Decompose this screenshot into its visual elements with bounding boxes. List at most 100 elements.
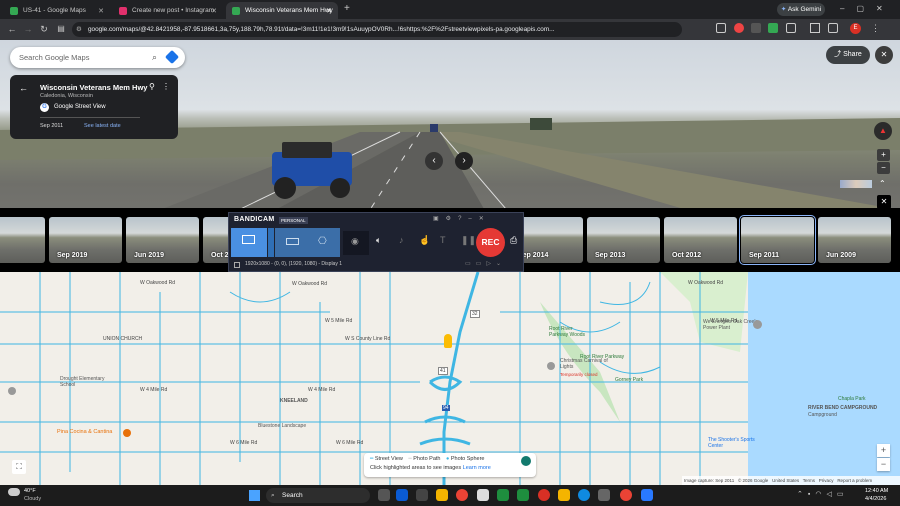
folder-icon[interactable]: ▣ bbox=[433, 216, 446, 222]
profile-avatar[interactable]: E bbox=[850, 23, 861, 34]
bandicam-title-icons[interactable]: ▣⚙?–✕ bbox=[433, 215, 491, 222]
attraction-label[interactable]: Christmas Carnival of Lights bbox=[560, 358, 614, 370]
address-bar[interactable]: ⚙ google.com/maps/@42.8421958,-87.951866… bbox=[72, 22, 682, 37]
place-pin-icon[interactable] bbox=[547, 362, 555, 370]
region-checkbox[interactable] bbox=[234, 262, 240, 268]
clock-time[interactable]: 12:40 AM bbox=[865, 488, 888, 494]
back-arrow-icon[interactable]: ← bbox=[6, 23, 18, 35]
wifi-icon[interactable]: ◠ bbox=[815, 491, 826, 498]
park-label[interactable]: Chapla Park bbox=[838, 396, 866, 402]
puzzle-icon[interactable] bbox=[786, 23, 796, 33]
bandicam-taskbar-icon[interactable] bbox=[538, 489, 550, 501]
compass-icon[interactable]: ▲ bbox=[874, 122, 892, 140]
extension-icon[interactable] bbox=[751, 23, 761, 33]
extension-icon[interactable] bbox=[768, 23, 778, 33]
mode-dropdown[interactable] bbox=[268, 228, 274, 257]
app-icon[interactable] bbox=[396, 489, 408, 501]
timeline-thumbnail-selected[interactable]: Sep 2011 bbox=[739, 215, 816, 265]
timeline-thumbnail[interactable]: Jun 2009 bbox=[818, 217, 891, 263]
zoom-in-button[interactable]: + bbox=[877, 149, 890, 161]
imagery-thumbnails[interactable] bbox=[840, 180, 872, 188]
window-controls[interactable]: –▢✕ bbox=[840, 4, 895, 13]
defender-icon[interactable] bbox=[641, 489, 653, 501]
close-icon[interactable]: ✕ bbox=[479, 216, 491, 222]
campground-label[interactable]: RIVER BEND CAMPGROUND bbox=[808, 405, 877, 411]
minimize-icon[interactable]: – bbox=[840, 4, 856, 13]
see-latest-date-link[interactable]: See latest date bbox=[84, 123, 121, 129]
pause-icon[interactable]: ❚❚ bbox=[461, 235, 476, 246]
task-view-icon[interactable] bbox=[378, 489, 390, 501]
new-tab-button[interactable]: + bbox=[344, 3, 350, 14]
school-pin-icon[interactable] bbox=[8, 387, 16, 395]
map-zoom-in-button[interactable]: + bbox=[877, 444, 890, 457]
bottom-tool-icons[interactable]: ▭▭▷⌄ bbox=[465, 260, 506, 267]
timeline-thumbnail[interactable]: Jun 2019 bbox=[126, 217, 199, 263]
tab-search-icon[interactable]: ▤ bbox=[55, 23, 67, 35]
park-label[interactable]: Gorney Park bbox=[615, 377, 643, 383]
timeline-thumbnail[interactable]: Sep 2019 bbox=[49, 217, 122, 263]
search-icon[interactable]: ⌕ bbox=[152, 47, 157, 68]
clock-date[interactable]: 4/4/2026 bbox=[865, 496, 886, 502]
help-icon[interactable]: ? bbox=[458, 216, 468, 222]
restaurant-label[interactable]: Pina Cocina & Cantina bbox=[57, 429, 112, 435]
nav-next-arrow-icon[interactable]: › bbox=[455, 152, 473, 170]
cursor-icon[interactable]: ☝ bbox=[419, 235, 430, 246]
app-icon[interactable] bbox=[436, 489, 448, 501]
tab-us41[interactable]: US-41 - Google Maps ✕ bbox=[4, 2, 110, 19]
ask-gemini-button[interactable]: ✦ Ask Gemini bbox=[777, 3, 825, 16]
fullscreen-icon[interactable]: ⛶ bbox=[12, 460, 26, 474]
app-icon[interactable] bbox=[517, 489, 529, 501]
business-label[interactable]: Bluestone Landscape bbox=[258, 423, 306, 429]
place-pin-icon[interactable] bbox=[753, 320, 762, 329]
weather-desc[interactable]: Cloudy bbox=[24, 496, 41, 502]
tab-wisconsin[interactable]: Wisconsin Veterans Mem Hwy ✕ bbox=[226, 2, 338, 19]
chrome-icon[interactable] bbox=[456, 489, 468, 501]
timeline-thumbnail[interactable]: Sep 2013 bbox=[587, 217, 660, 263]
sports-center-label[interactable]: The Shooter's Sports Center bbox=[708, 437, 758, 449]
maximize-icon[interactable]: ▢ bbox=[856, 4, 876, 13]
close-window-icon[interactable]: ✕ bbox=[876, 4, 895, 13]
close-icon[interactable]: ✕ bbox=[326, 7, 332, 15]
tab-instagram[interactable]: Create new post • Instagram ✕ bbox=[113, 2, 223, 19]
device-mode-button[interactable] bbox=[275, 228, 310, 257]
terms-link[interactable]: Terms bbox=[803, 478, 815, 483]
camera-icon[interactable]: ⎙ bbox=[510, 235, 517, 246]
chrome-icon[interactable] bbox=[620, 489, 632, 501]
audio-icon[interactable]: ▷ bbox=[486, 261, 496, 267]
taskbar-search[interactable]: ⌕ Search bbox=[266, 488, 370, 503]
timeline-thumbnail[interactable]: Oct 2012 bbox=[664, 217, 737, 263]
expand-icon[interactable]: ⌄ bbox=[496, 261, 506, 267]
nav-prev-arrow-icon[interactable]: ‹ bbox=[425, 152, 443, 170]
microphone-icon[interactable]: ♪ bbox=[399, 235, 404, 245]
share-button[interactable]: ⤴ Share bbox=[826, 46, 870, 64]
site-info-icon[interactable]: ⚙ bbox=[76, 22, 82, 37]
pegman-icon[interactable] bbox=[444, 334, 452, 348]
extension-icon[interactable] bbox=[734, 23, 744, 33]
file-explorer-icon[interactable] bbox=[558, 489, 570, 501]
extension-icon[interactable] bbox=[716, 23, 726, 33]
legend-toggle[interactable] bbox=[521, 456, 531, 466]
restaurant-pin-icon[interactable] bbox=[123, 429, 131, 437]
map-zoom-out-button[interactable]: − bbox=[877, 458, 890, 471]
park-label[interactable]: Root River Parkway Woods bbox=[549, 326, 589, 338]
close-timeline-icon[interactable]: ✕ bbox=[877, 195, 891, 209]
expand-up-icon[interactable]: ⌃ bbox=[879, 179, 886, 188]
report-problem-link[interactable]: Report a problem bbox=[837, 478, 872, 483]
close-icon[interactable]: ✕ bbox=[211, 7, 217, 15]
more-vertical-icon[interactable]: ⋮ bbox=[162, 82, 170, 91]
volume-icon[interactable]: ◁ bbox=[826, 491, 836, 498]
directions-icon[interactable] bbox=[164, 49, 180, 65]
minimize-icon[interactable]: – bbox=[468, 216, 478, 222]
system-tray-icons[interactable]: ⌃▪◠◁▭ bbox=[797, 490, 848, 498]
app-icon[interactable] bbox=[416, 489, 428, 501]
zoom-out-button[interactable]: − bbox=[877, 162, 890, 174]
rec-button[interactable]: REC bbox=[476, 228, 505, 257]
webcam-toggle[interactable]: ◉ bbox=[343, 231, 369, 255]
video-icon[interactable]: ▭ bbox=[465, 261, 476, 267]
pin-icon[interactable]: ⚲ bbox=[149, 82, 155, 91]
battery-icon[interactable]: ▭ bbox=[837, 491, 849, 498]
app-icon[interactable] bbox=[598, 489, 610, 501]
forward-arrow-icon[interactable]: → bbox=[22, 23, 34, 35]
search-input[interactable]: Search Google Maps ⌕ bbox=[10, 47, 185, 68]
tray-chevron-icon[interactable]: ⌃ bbox=[797, 491, 808, 498]
